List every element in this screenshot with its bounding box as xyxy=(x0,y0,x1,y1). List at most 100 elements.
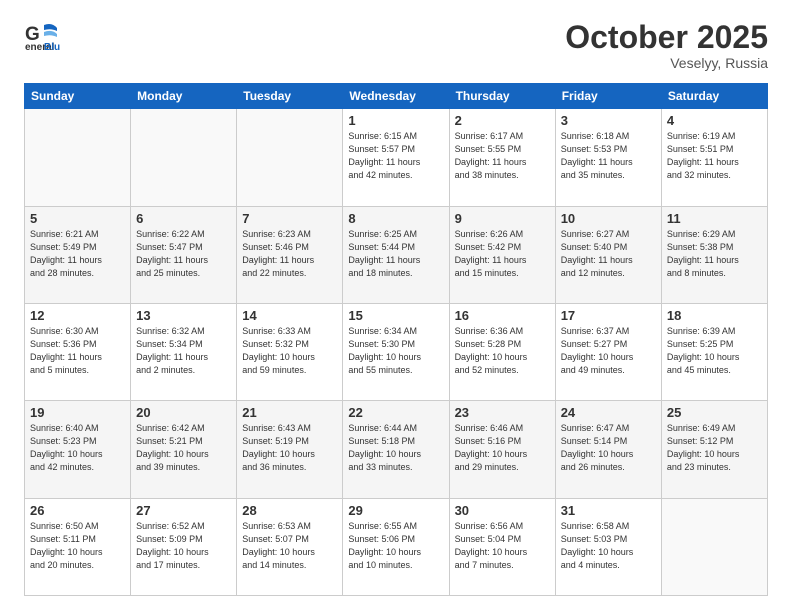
day-info: Sunrise: 6:23 AM Sunset: 5:46 PM Dayligh… xyxy=(242,228,337,280)
day-number: 23 xyxy=(455,405,550,420)
day-number: 19 xyxy=(30,405,125,420)
title-block: October 2025 Veselyy, Russia xyxy=(565,20,768,71)
day-number: 26 xyxy=(30,503,125,518)
col-monday: Monday xyxy=(131,84,237,109)
weekday-header-row: Sunday Monday Tuesday Wednesday Thursday… xyxy=(25,84,768,109)
day-info: Sunrise: 6:50 AM Sunset: 5:11 PM Dayligh… xyxy=(30,520,125,572)
table-row: 11 Sunrise: 6:29 AM Sunset: 5:38 PM Dayli… xyxy=(661,206,767,303)
day-number: 6 xyxy=(136,211,231,226)
day-number: 1 xyxy=(348,113,443,128)
day-info: Sunrise: 6:15 AM Sunset: 5:57 PM Dayligh… xyxy=(348,130,443,182)
day-number: 31 xyxy=(561,503,656,518)
col-sunday: Sunday xyxy=(25,84,131,109)
table-row: 31 Sunrise: 6:58 AM Sunset: 5:03 PM Dayli… xyxy=(555,498,661,595)
week-row-5: 26 Sunrise: 6:50 AM Sunset: 5:11 PM Dayli… xyxy=(25,498,768,595)
table-row: 19Sunrise: 6:40 AM Sunset: 5:23 PM Dayli… xyxy=(25,401,131,498)
day-number: 5 xyxy=(30,211,125,226)
day-number: 12 xyxy=(30,308,125,323)
table-row: 4Sunrise: 6:19 AM Sunset: 5:51 PM Daylig… xyxy=(661,109,767,206)
day-number: 7 xyxy=(242,211,337,226)
table-row: 13 Sunrise: 6:32 AM Sunset: 5:34 PM Dayli… xyxy=(131,303,237,400)
table-row: 21Sunrise: 6:43 AM Sunset: 5:19 PM Dayli… xyxy=(237,401,343,498)
col-saturday: Saturday xyxy=(661,84,767,109)
day-number: 11 xyxy=(667,211,762,226)
logo-svg: G eneral Blue xyxy=(24,20,60,56)
table-row xyxy=(131,109,237,206)
day-info: Sunrise: 6:58 AM Sunset: 5:03 PM Dayligh… xyxy=(561,520,656,572)
day-number: 20 xyxy=(136,405,231,420)
day-info: Sunrise: 6:34 AM Sunset: 5:30 PM Dayligh… xyxy=(348,325,443,377)
location: Veselyy, Russia xyxy=(565,55,768,71)
day-info: Sunrise: 6:43 AM Sunset: 5:19 PM Dayligh… xyxy=(242,422,337,474)
day-number: 30 xyxy=(455,503,550,518)
logo: G eneral Blue xyxy=(24,20,60,56)
day-info: Sunrise: 6:49 AM Sunset: 5:12 PM Dayligh… xyxy=(667,422,762,474)
day-info: Sunrise: 6:46 AM Sunset: 5:16 PM Dayligh… xyxy=(455,422,550,474)
week-row-2: 5 Sunrise: 6:21 AM Sunset: 5:49 PM Daylig… xyxy=(25,206,768,303)
day-info: Sunrise: 6:56 AM Sunset: 5:04 PM Dayligh… xyxy=(455,520,550,572)
day-number: 8 xyxy=(348,211,443,226)
table-row: 17 Sunrise: 6:37 AM Sunset: 5:27 PM Dayli… xyxy=(555,303,661,400)
day-number: 22 xyxy=(348,405,443,420)
day-info: Sunrise: 6:25 AM Sunset: 5:44 PM Dayligh… xyxy=(348,228,443,280)
table-row: 18Sunrise: 6:39 AM Sunset: 5:25 PM Dayli… xyxy=(661,303,767,400)
table-row: 6 Sunrise: 6:22 AM Sunset: 5:47 PM Daylig… xyxy=(131,206,237,303)
day-info: Sunrise: 6:17 AM Sunset: 5:55 PM Dayligh… xyxy=(455,130,550,182)
day-info: Sunrise: 6:37 AM Sunset: 5:27 PM Dayligh… xyxy=(561,325,656,377)
day-number: 18 xyxy=(667,308,762,323)
table-row: 12 Sunrise: 6:30 AM Sunset: 5:36 PM Dayli… xyxy=(25,303,131,400)
day-info: Sunrise: 6:52 AM Sunset: 5:09 PM Dayligh… xyxy=(136,520,231,572)
table-row: 15 Sunrise: 6:34 AM Sunset: 5:30 PM Dayli… xyxy=(343,303,449,400)
col-thursday: Thursday xyxy=(449,84,555,109)
day-number: 10 xyxy=(561,211,656,226)
day-number: 14 xyxy=(242,308,337,323)
day-info: Sunrise: 6:44 AM Sunset: 5:18 PM Dayligh… xyxy=(348,422,443,474)
day-info: Sunrise: 6:27 AM Sunset: 5:40 PM Dayligh… xyxy=(561,228,656,280)
table-row: 9 Sunrise: 6:26 AM Sunset: 5:42 PM Daylig… xyxy=(449,206,555,303)
day-info: Sunrise: 6:53 AM Sunset: 5:07 PM Dayligh… xyxy=(242,520,337,572)
table-row xyxy=(25,109,131,206)
table-row: 26 Sunrise: 6:50 AM Sunset: 5:11 PM Dayli… xyxy=(25,498,131,595)
col-friday: Friday xyxy=(555,84,661,109)
day-info: Sunrise: 6:47 AM Sunset: 5:14 PM Dayligh… xyxy=(561,422,656,474)
day-number: 17 xyxy=(561,308,656,323)
header: G eneral Blue October 2025 Veselyy, Russ… xyxy=(24,20,768,71)
day-info: Sunrise: 6:21 AM Sunset: 5:49 PM Dayligh… xyxy=(30,228,125,280)
table-row: 2 Sunrise: 6:17 AM Sunset: 5:55 PM Daylig… xyxy=(449,109,555,206)
col-wednesday: Wednesday xyxy=(343,84,449,109)
day-number: 3 xyxy=(561,113,656,128)
svg-text:Blue: Blue xyxy=(44,42,60,53)
day-info: Sunrise: 6:18 AM Sunset: 5:53 PM Dayligh… xyxy=(561,130,656,182)
day-info: Sunrise: 6:30 AM Sunset: 5:36 PM Dayligh… xyxy=(30,325,125,377)
page: G eneral Blue October 2025 Veselyy, Russ… xyxy=(0,0,792,612)
week-row-4: 19Sunrise: 6:40 AM Sunset: 5:23 PM Dayli… xyxy=(25,401,768,498)
day-info: Sunrise: 6:42 AM Sunset: 5:21 PM Dayligh… xyxy=(136,422,231,474)
day-info: Sunrise: 6:33 AM Sunset: 5:32 PM Dayligh… xyxy=(242,325,337,377)
day-number: 29 xyxy=(348,503,443,518)
day-number: 25 xyxy=(667,405,762,420)
table-row: 29 Sunrise: 6:55 AM Sunset: 5:06 PM Dayli… xyxy=(343,498,449,595)
calendar-table: Sunday Monday Tuesday Wednesday Thursday… xyxy=(24,83,768,596)
day-number: 27 xyxy=(136,503,231,518)
day-number: 13 xyxy=(136,308,231,323)
day-number: 9 xyxy=(455,211,550,226)
day-info: Sunrise: 6:32 AM Sunset: 5:34 PM Dayligh… xyxy=(136,325,231,377)
table-row: 7 Sunrise: 6:23 AM Sunset: 5:46 PM Daylig… xyxy=(237,206,343,303)
table-row: 23 Sunrise: 6:46 AM Sunset: 5:16 PM Dayli… xyxy=(449,401,555,498)
table-row xyxy=(237,109,343,206)
col-tuesday: Tuesday xyxy=(237,84,343,109)
table-row xyxy=(661,498,767,595)
table-row: 16 Sunrise: 6:36 AM Sunset: 5:28 PM Dayli… xyxy=(449,303,555,400)
day-number: 2 xyxy=(455,113,550,128)
table-row: 3 Sunrise: 6:18 AM Sunset: 5:53 PM Daylig… xyxy=(555,109,661,206)
day-info: Sunrise: 6:55 AM Sunset: 5:06 PM Dayligh… xyxy=(348,520,443,572)
day-info: Sunrise: 6:36 AM Sunset: 5:28 PM Dayligh… xyxy=(455,325,550,377)
day-info: Sunrise: 6:19 AM Sunset: 5:51 PM Dayligh… xyxy=(667,130,762,182)
day-number: 15 xyxy=(348,308,443,323)
table-row: 27 Sunrise: 6:52 AM Sunset: 5:09 PM Dayli… xyxy=(131,498,237,595)
day-info: Sunrise: 6:29 AM Sunset: 5:38 PM Dayligh… xyxy=(667,228,762,280)
day-info: Sunrise: 6:26 AM Sunset: 5:42 PM Dayligh… xyxy=(455,228,550,280)
day-number: 16 xyxy=(455,308,550,323)
day-info: Sunrise: 6:22 AM Sunset: 5:47 PM Dayligh… xyxy=(136,228,231,280)
table-row: 20 Sunrise: 6:42 AM Sunset: 5:21 PM Dayli… xyxy=(131,401,237,498)
